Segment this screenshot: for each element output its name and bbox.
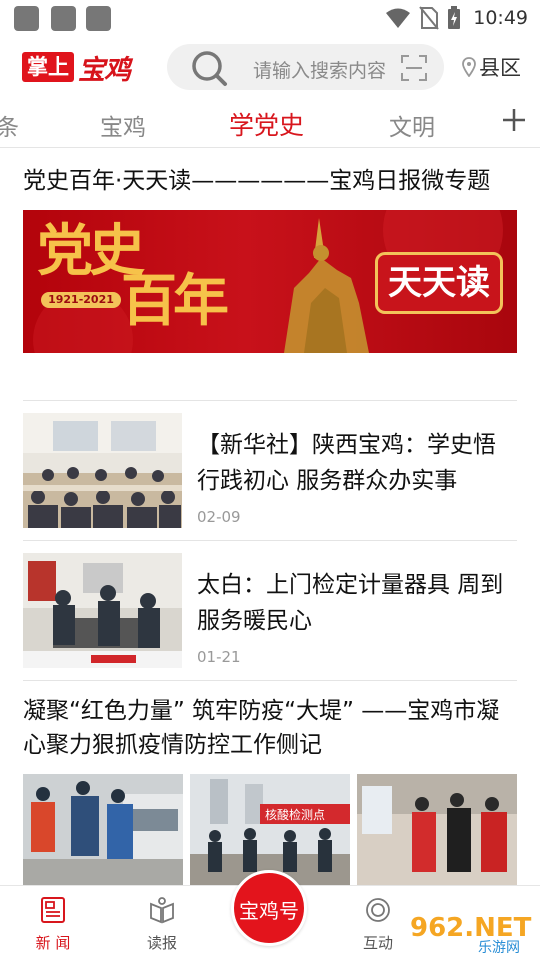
gallery-image [23, 774, 183, 886]
channel-tabs: 条 宝鸡 学党史 文明 [0, 100, 540, 148]
county-label: 县区 [479, 56, 521, 80]
divider [23, 400, 517, 401]
gallery-article-title[interactable]: 凝聚“红色力量” 筑牢防疫“大堤” ——宝鸡市凝心聚力狠抓疫情防控工作侧记 [23, 694, 517, 762]
tab-party-history[interactable]: 学党史 [229, 106, 304, 142]
watermark-text: 962.NET [410, 913, 532, 943]
news-thumbnail [23, 553, 182, 668]
search-bar[interactable]: 请输入搜索内容 [167, 44, 444, 90]
logo-box-text: 掌上 [22, 52, 74, 82]
nav-newspaper[interactable]: 读报 [132, 896, 192, 953]
divider [23, 680, 517, 681]
nav-news-label: 新 闻 [35, 934, 71, 952]
nav-newspaper-label: 读报 [146, 934, 177, 952]
watermark-sub: 乐游网 [478, 940, 520, 956]
logo-text: 宝鸡 [78, 54, 131, 86]
search-icon [192, 51, 227, 86]
tab-civilization[interactable]: 文明 [389, 108, 435, 142]
news-title: 【新华社】陕西宝鸡：学史悟行践初心 服务群众办实事 [197, 432, 496, 494]
tab-headlines[interactable]: 条 [0, 108, 19, 142]
divider [23, 540, 517, 541]
wifi-icon [386, 8, 411, 28]
news-date: 02-09 [197, 508, 241, 526]
news-item[interactable]: 太白：上门检定计量器具 周到服务暖民心 01-21 [23, 553, 517, 668]
banner-years: 1921-2021 [41, 292, 121, 308]
search-placeholder: 请输入搜索内容 [253, 60, 387, 82]
news-title: 太白：上门检定计量器具 周到服务暖民心 [197, 572, 504, 634]
no-sim-icon [419, 6, 440, 30]
baoji-hao-button[interactable]: 宝鸡号 [231, 870, 307, 946]
news-thumbnail [23, 413, 182, 528]
gallery-image [357, 774, 517, 886]
notification-icon [14, 6, 39, 31]
news-date: 01-21 [197, 648, 241, 666]
notification-icon [51, 6, 76, 31]
app-logo: 掌上 宝鸡 [22, 50, 131, 86]
site-watermark: 962.NET 乐游网 [402, 906, 536, 956]
gallery-sign-text: 核酸检测点 [265, 807, 325, 822]
battery-charging-icon [448, 6, 461, 29]
news-icon [41, 897, 65, 923]
location-pin-icon [462, 57, 476, 77]
status-bar: 10:49 [0, 0, 540, 36]
nav-news[interactable]: 新 闻 [23, 896, 83, 953]
interact-icon [366, 898, 390, 922]
banner-badge: 天天读 [375, 252, 503, 314]
tab-baoji[interactable]: 宝鸡 [100, 108, 146, 142]
add-channel-icon[interactable] [500, 106, 528, 134]
nav-interact-label: 互动 [362, 934, 393, 952]
topic-title[interactable]: 党史百年·天天读——————宝鸡日报微专题 [23, 164, 517, 198]
notification-icon [86, 6, 111, 31]
county-selector[interactable]: 县区 [462, 52, 521, 82]
clock: 10:49 [473, 7, 528, 29]
app-header: 掌上 宝鸡 请输入搜索内容 县区 [0, 38, 540, 94]
book-icon [150, 897, 174, 924]
nav-interact[interactable]: 互动 [348, 896, 408, 953]
banner-title-line2: 百年 [121, 268, 229, 334]
news-item[interactable]: 【新华社】陕西宝鸡：学史悟行践初心 服务群众办实事 02-09 [23, 413, 517, 528]
topic-banner[interactable]: 党史 百年 1921-2021 天天读 [23, 210, 517, 353]
banner-statue-illustration [284, 218, 369, 353]
scan-icon[interactable] [401, 55, 427, 81]
